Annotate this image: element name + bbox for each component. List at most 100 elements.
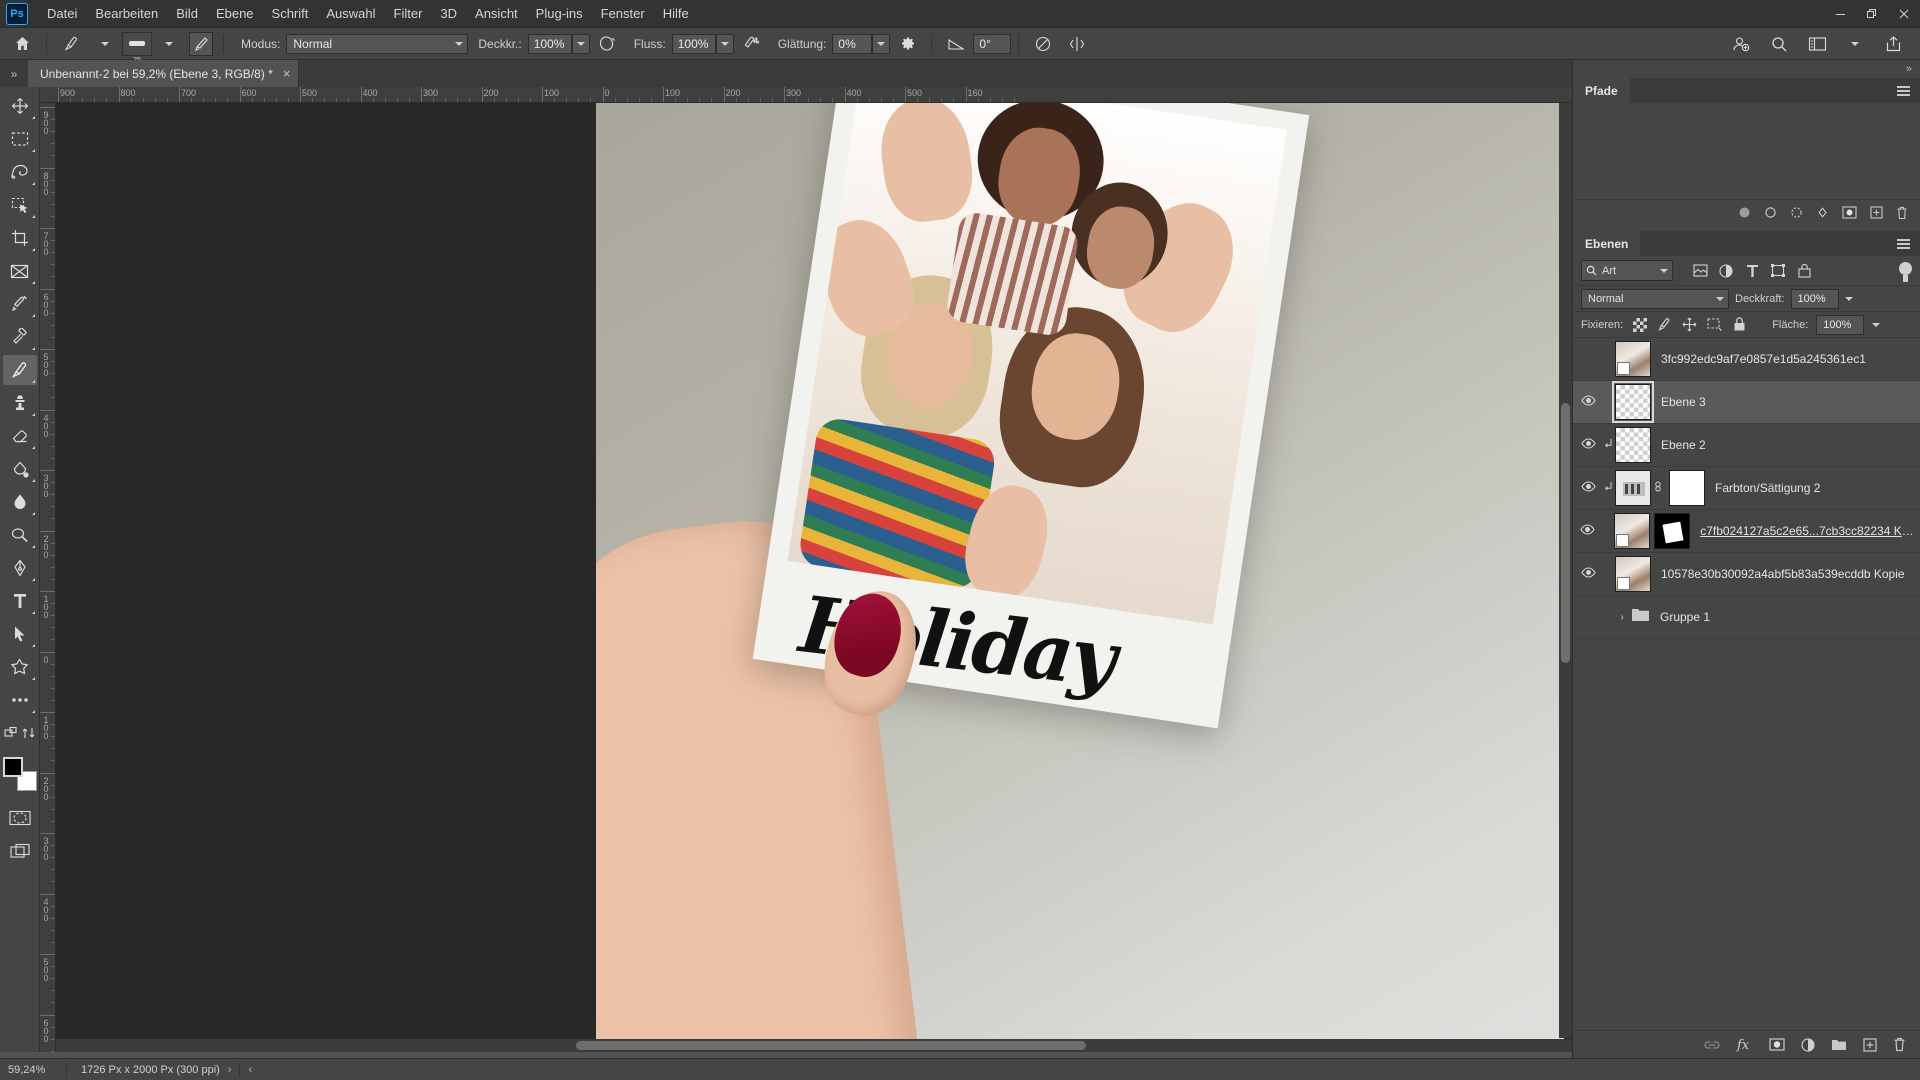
search-icon[interactable] bbox=[1765, 31, 1793, 57]
brush-tool[interactable] bbox=[2, 355, 37, 385]
opacity-input[interactable]: 100% bbox=[527, 33, 572, 54]
new-path-icon[interactable] bbox=[1870, 206, 1883, 219]
layer-visibility-toggle[interactable] bbox=[1575, 393, 1601, 411]
blur-tool[interactable] bbox=[3, 487, 37, 517]
menu-item-fenster[interactable]: Fenster bbox=[592, 2, 654, 25]
flow-chevron-icon[interactable] bbox=[715, 33, 734, 54]
status-expand-icon[interactable]: › bbox=[220, 1064, 240, 1076]
lock-position-icon[interactable] bbox=[1681, 316, 1698, 333]
adjustment-filter-icon[interactable] bbox=[1713, 260, 1739, 282]
quick-mask-icon[interactable] bbox=[3, 803, 37, 833]
gradient-tool[interactable] bbox=[3, 454, 37, 484]
minimize-icon[interactable] bbox=[1824, 0, 1856, 28]
layer-thumbnail[interactable] bbox=[1614, 513, 1651, 549]
canvas-vertical-scrollbar[interactable] bbox=[1559, 103, 1572, 1038]
group-disclosure-icon[interactable]: › bbox=[1615, 612, 1629, 623]
new-layer-icon[interactable] bbox=[1863, 1037, 1877, 1052]
move-tool[interactable] bbox=[3, 91, 37, 121]
edit-toolbar[interactable] bbox=[3, 718, 37, 748]
dodge-tool[interactable] bbox=[3, 520, 37, 550]
rectangular-marquee-tool[interactable] bbox=[3, 124, 37, 154]
object-selection-tool[interactable] bbox=[3, 190, 37, 220]
fill-path-icon[interactable] bbox=[1738, 206, 1751, 219]
layer-row[interactable]: Farbton/Sättigung 2 bbox=[1573, 467, 1920, 510]
share-user-icon[interactable] bbox=[1727, 31, 1755, 57]
layer-mask-thumbnail[interactable] bbox=[1669, 470, 1705, 506]
scrollbar-thumb[interactable] bbox=[576, 1041, 1086, 1050]
layer-row[interactable]: Ebene 3 bbox=[1573, 381, 1920, 424]
lock-transparency-icon[interactable] bbox=[1631, 316, 1648, 333]
layer-name[interactable]: c7fb024127a5c2e65...7cb3cc82234 Kopie bbox=[1700, 524, 1920, 538]
layer-visibility-toggle[interactable] bbox=[1575, 608, 1601, 626]
symmetry-icon[interactable] bbox=[1063, 31, 1091, 57]
scrollbar-thumb[interactable] bbox=[1561, 403, 1570, 663]
canvas-horizontal-scrollbar[interactable] bbox=[56, 1039, 1572, 1052]
pixel-filter-icon[interactable] bbox=[1687, 260, 1713, 282]
layers-list[interactable]: 3fc992edc9af7e0857e1d5a245361ec1 Ebene 3 E… bbox=[1573, 338, 1920, 639]
tablet-pressure-icon[interactable] bbox=[1029, 31, 1057, 57]
airbrush-icon[interactable] bbox=[737, 31, 765, 57]
layer-name[interactable]: Ebene 2 bbox=[1661, 438, 1706, 452]
layer-thumbnail[interactable] bbox=[1615, 341, 1651, 377]
path-selection-tool[interactable] bbox=[3, 619, 37, 649]
brush-preset-chevron-icon[interactable] bbox=[155, 31, 183, 57]
layer-name[interactable]: 10578e30b30092a4abf5b83a539ecddb Kopie bbox=[1661, 567, 1905, 581]
workspace-icon[interactable] bbox=[1803, 31, 1831, 57]
shape-tool[interactable] bbox=[3, 652, 37, 682]
adjustment-layer-icon[interactable] bbox=[1801, 1037, 1815, 1052]
brush-tool-chevron-icon[interactable] bbox=[91, 31, 119, 57]
export-icon[interactable] bbox=[1879, 31, 1907, 57]
screen-mode-icon[interactable] bbox=[3, 836, 37, 866]
menu-item-ansicht[interactable]: Ansicht bbox=[466, 2, 527, 25]
healing-brush-tool[interactable] bbox=[3, 322, 37, 352]
layer-thumbnail[interactable] bbox=[1612, 381, 1654, 423]
layer-thumbnail[interactable] bbox=[1615, 470, 1651, 506]
more-tools[interactable] bbox=[3, 685, 37, 715]
paths-list[interactable] bbox=[1573, 103, 1920, 199]
close-icon[interactable]: × bbox=[283, 67, 291, 80]
lock-all-icon[interactable] bbox=[1731, 316, 1748, 333]
layer-filter-kind-select[interactable]: Art bbox=[1581, 260, 1673, 281]
eyedropper-tool[interactable] bbox=[3, 289, 37, 319]
menu-item-schrift[interactable]: Schrift bbox=[263, 2, 318, 25]
blend-mode-select[interactable]: Normal bbox=[286, 33, 469, 54]
clone-stamp-tool[interactable] bbox=[3, 388, 37, 418]
tab-pfade[interactable]: Pfade bbox=[1573, 78, 1630, 103]
stroke-path-icon[interactable] bbox=[1764, 206, 1777, 219]
restore-icon[interactable] bbox=[1856, 0, 1888, 28]
layer-blend-mode-select[interactable]: Normal bbox=[1581, 288, 1729, 309]
make-workpath-icon[interactable] bbox=[1816, 206, 1829, 219]
shape-filter-icon[interactable] bbox=[1765, 260, 1791, 282]
menu-item-bearbeiten[interactable]: Bearbeiten bbox=[86, 2, 167, 25]
brush-size-preview[interactable]: 25 bbox=[122, 31, 152, 64]
layer-style-icon[interactable]: fx bbox=[1736, 1037, 1753, 1052]
flow-input[interactable]: 100% bbox=[671, 33, 716, 54]
panel-menu-icon[interactable] bbox=[1897, 78, 1920, 103]
filter-toggle-icon[interactable] bbox=[1899, 261, 1912, 282]
delete-path-icon[interactable] bbox=[1896, 206, 1908, 220]
tab-ebenen[interactable]: Ebenen bbox=[1573, 231, 1641, 256]
artboard[interactable]: Holiday bbox=[596, 103, 1564, 1052]
foreground-color-swatch[interactable] bbox=[2, 757, 23, 777]
lock-artboard-icon[interactable] bbox=[1706, 316, 1723, 333]
layer-name[interactable]: Farbton/Sättigung 2 bbox=[1715, 481, 1820, 495]
menu-item-auswahl[interactable]: Auswahl bbox=[317, 2, 384, 25]
layer-opacity-input[interactable]: 100% bbox=[1790, 288, 1839, 309]
layer-row[interactable]: 10578e30b30092a4abf5b83a539ecddb Kopie bbox=[1573, 553, 1920, 596]
menu-item-bild[interactable]: Bild bbox=[167, 2, 207, 25]
home-icon[interactable] bbox=[8, 31, 36, 57]
fill-chevron-icon[interactable] bbox=[1872, 322, 1881, 327]
menu-item-3d[interactable]: 3D bbox=[431, 2, 466, 25]
menu-item-datei[interactable]: Datei bbox=[38, 2, 86, 25]
close-icon[interactable] bbox=[1888, 0, 1920, 28]
layer-name[interactable]: Ebene 3 bbox=[1661, 395, 1706, 409]
layer-row[interactable]: › Gruppe 1 bbox=[1573, 596, 1920, 639]
canvas-area[interactable]: Holiday bbox=[56, 103, 1572, 1052]
color-swatches[interactable] bbox=[2, 757, 37, 791]
layer-visibility-toggle[interactable] bbox=[1575, 350, 1601, 368]
document-tab[interactable]: Unbenannt-2 bei 59,2% (Ebene 3, RGB/8) *… bbox=[28, 60, 300, 87]
frame-tool[interactable] bbox=[3, 256, 37, 286]
pressure-opacity-icon[interactable] bbox=[593, 31, 621, 57]
angle-input[interactable]: 0° bbox=[973, 33, 1012, 54]
smart-object-filter-icon[interactable] bbox=[1791, 260, 1817, 282]
